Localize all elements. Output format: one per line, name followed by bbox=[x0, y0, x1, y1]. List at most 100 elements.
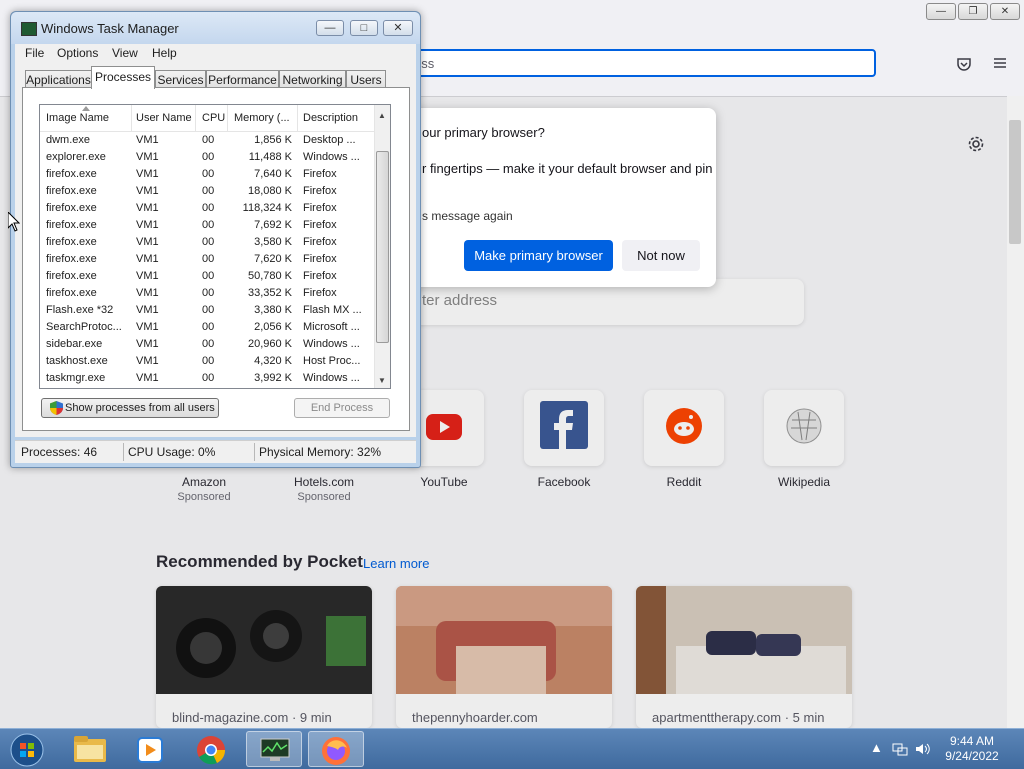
firefox-close-button[interactable]: ✕ bbox=[990, 3, 1020, 20]
column-image-name[interactable]: Image Name bbox=[46, 112, 109, 124]
dialog-title: our primary browser? bbox=[422, 125, 545, 140]
cell-desc: Windows ... bbox=[303, 338, 360, 350]
table-row[interactable]: firefox.exe VM1 00 50,780 K Firefox bbox=[40, 268, 374, 285]
menu-view[interactable]: View bbox=[112, 46, 138, 60]
table-row[interactable]: Flash.exe *32 VM1 00 3,380 K Flash MX ... bbox=[40, 302, 374, 319]
maximize-button[interactable]: □ bbox=[350, 20, 378, 36]
clock-date: 9/24/2022 bbox=[945, 749, 999, 763]
menu-options[interactable]: Options bbox=[57, 46, 98, 60]
table-row[interactable]: firefox.exe VM1 00 7,692 K Firefox bbox=[40, 217, 374, 234]
task-manager-app-icon bbox=[21, 22, 37, 36]
column-user-name[interactable]: User Name bbox=[136, 112, 192, 124]
firefox-restore-button[interactable]: ❐ bbox=[958, 3, 988, 20]
cell-desc: Desktop ... bbox=[303, 134, 356, 146]
end-process-button[interactable]: End Process bbox=[294, 398, 390, 418]
process-list-scrollbar[interactable]: ▲ ▼ bbox=[374, 105, 390, 388]
tab-applications[interactable]: Applications bbox=[25, 70, 92, 88]
column-cpu[interactable]: CPU bbox=[202, 112, 225, 124]
menu-help[interactable]: Help bbox=[152, 46, 177, 60]
status-divider bbox=[123, 443, 124, 461]
make-primary-browser-button[interactable]: Make primary browser bbox=[464, 240, 613, 271]
column-divider[interactable] bbox=[131, 105, 132, 131]
column-divider[interactable] bbox=[195, 105, 196, 131]
cell-cpu: 00 bbox=[202, 321, 215, 333]
cell-mem: 3,992 K bbox=[254, 372, 292, 384]
status-divider bbox=[254, 443, 255, 461]
close-button[interactable]: ✕ bbox=[383, 20, 413, 36]
start-button[interactable] bbox=[2, 731, 50, 767]
cell-name: SearchProtoc... bbox=[46, 321, 122, 333]
url-bar[interactable]: ess bbox=[392, 49, 876, 77]
cell-desc: Firefox bbox=[303, 185, 337, 197]
cell-mem: 1,856 K bbox=[254, 134, 292, 146]
cell-user: VM1 bbox=[136, 202, 159, 214]
table-row[interactable]: sidebar.exe VM1 00 20,960 K Windows ... bbox=[40, 336, 374, 353]
hamburger-menu-icon[interactable] bbox=[992, 55, 1008, 76]
mouse-cursor-icon bbox=[8, 212, 20, 232]
show-all-processes-button[interactable]: Show processes from all users bbox=[41, 398, 219, 418]
table-row[interactable]: firefox.exe VM1 00 3,580 K Firefox bbox=[40, 234, 374, 251]
volume-icon[interactable] bbox=[914, 741, 930, 757]
menu-file[interactable]: File bbox=[25, 46, 44, 60]
table-row[interactable]: firefox.exe VM1 00 18,080 K Firefox bbox=[40, 183, 374, 200]
cell-cpu: 00 bbox=[202, 236, 215, 248]
table-row[interactable]: taskhost.exe VM1 00 4,320 K Host Proc... bbox=[40, 353, 374, 370]
uac-shield-icon bbox=[50, 401, 63, 415]
tab-services[interactable]: Services bbox=[155, 70, 206, 88]
not-now-button[interactable]: Not now bbox=[622, 240, 700, 271]
taskbar-chrome[interactable] bbox=[184, 731, 240, 767]
column-divider[interactable] bbox=[297, 105, 298, 131]
taskbar-firefox[interactable] bbox=[308, 731, 364, 767]
window-title: Windows Task Manager bbox=[41, 21, 179, 36]
processes-panel: Image Name User Name CPU Memory (... Des… bbox=[22, 87, 410, 431]
start-orb-icon bbox=[10, 733, 44, 767]
process-list[interactable]: Image Name User Name CPU Memory (... Des… bbox=[39, 104, 391, 389]
table-row[interactable]: explorer.exe VM1 00 11,488 K Windows ... bbox=[40, 149, 374, 166]
pocket-icon[interactable] bbox=[956, 56, 972, 77]
task-manager-window: Windows Task Manager — □ ✕ File Options … bbox=[10, 11, 421, 468]
cell-mem: 118,324 K bbox=[242, 202, 292, 214]
tab-processes[interactable]: Processes bbox=[91, 66, 155, 89]
cell-mem: 7,640 K bbox=[254, 168, 292, 180]
table-row[interactable]: SearchProtoc... VM1 00 2,056 K Microsoft ... bbox=[40, 319, 374, 336]
firefox-minimize-button[interactable]: — bbox=[926, 3, 956, 20]
tab-networking[interactable]: Networking bbox=[279, 70, 346, 88]
cell-desc: Microsoft ... bbox=[303, 321, 360, 333]
cell-desc: Firefox bbox=[303, 219, 337, 231]
show-all-processes-label: Show processes from all users bbox=[65, 402, 215, 414]
table-row[interactable]: taskmgr.exe VM1 00 3,992 K Windows ... bbox=[40, 370, 374, 387]
task-manager-titlebar[interactable]: Windows Task Manager — □ ✕ bbox=[11, 12, 420, 44]
column-description[interactable]: Description bbox=[303, 112, 358, 124]
process-list-scroll-thumb[interactable] bbox=[376, 151, 389, 343]
cell-cpu: 00 bbox=[202, 202, 215, 214]
minimize-button[interactable]: — bbox=[316, 20, 344, 36]
table-row[interactable]: firefox.exe VM1 00 7,620 K Firefox bbox=[40, 251, 374, 268]
show-hidden-icons-icon[interactable]: ▲ bbox=[870, 740, 883, 755]
table-row[interactable]: firefox.exe VM1 00 7,640 K Firefox bbox=[40, 166, 374, 183]
chrome-icon bbox=[197, 736, 226, 765]
cell-mem: 50,780 K bbox=[247, 270, 292, 282]
table-row[interactable]: firefox.exe VM1 00 33,352 K Firefox bbox=[40, 285, 374, 302]
firefox-icon bbox=[322, 737, 350, 765]
system-clock[interactable]: 9:44 AM 9/24/2022 bbox=[940, 734, 1004, 764]
page-scrollbar-thumb[interactable] bbox=[1009, 120, 1021, 244]
tab-performance[interactable]: Performance bbox=[206, 70, 279, 88]
cell-name: taskhost.exe bbox=[46, 355, 108, 367]
scroll-up-arrow-icon[interactable]: ▲ bbox=[378, 111, 386, 120]
dont-show-again-label[interactable]: s message again bbox=[422, 209, 513, 223]
cell-cpu: 00 bbox=[202, 338, 215, 350]
cell-desc: Firefox bbox=[303, 287, 337, 299]
taskbar-explorer[interactable] bbox=[62, 731, 118, 767]
tab-users[interactable]: Users bbox=[346, 70, 386, 88]
table-row[interactable]: dwm.exe VM1 00 1,856 K Desktop ... bbox=[40, 132, 374, 149]
network-icon[interactable] bbox=[892, 741, 908, 757]
taskbar-task-manager[interactable] bbox=[246, 731, 302, 767]
scroll-down-arrow-icon[interactable]: ▼ bbox=[378, 376, 386, 385]
column-memory[interactable]: Memory (... bbox=[234, 112, 290, 124]
cell-cpu: 00 bbox=[202, 185, 215, 197]
column-divider[interactable] bbox=[227, 105, 228, 131]
cell-cpu: 00 bbox=[202, 270, 215, 282]
cell-user: VM1 bbox=[136, 321, 159, 333]
taskbar-media-player[interactable] bbox=[122, 731, 178, 767]
table-row[interactable]: firefox.exe VM1 00 118,324 K Firefox bbox=[40, 200, 374, 217]
